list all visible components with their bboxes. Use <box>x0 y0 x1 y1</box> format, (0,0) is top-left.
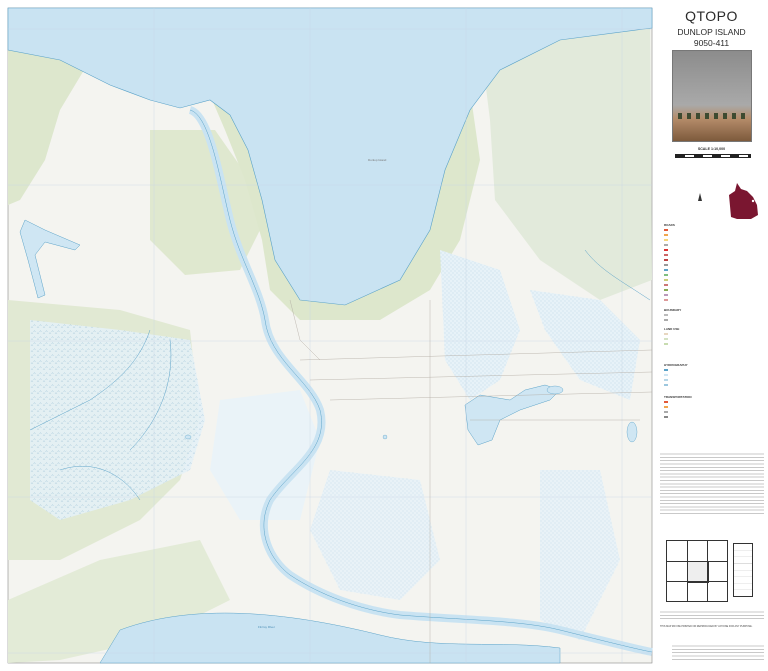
legend-row <box>664 248 754 252</box>
legend-heading-transportation: TRANSPORTATION <box>664 395 692 399</box>
adjoining-sheets <box>666 540 728 602</box>
legend-row <box>664 373 754 377</box>
legend-heading-land-use: LAND USE <box>664 327 680 331</box>
legend-row <box>664 337 754 341</box>
legend-row <box>664 318 754 322</box>
legend-row <box>664 298 754 302</box>
legend-row <box>664 378 754 382</box>
legend-row <box>664 410 754 414</box>
sheet-name: DUNLOP ISLAND <box>677 27 746 37</box>
legend-row <box>664 238 754 242</box>
legend-row <box>664 233 754 237</box>
scale-label: SCALE 1:10,000 <box>697 147 726 151</box>
legend-row <box>664 228 754 232</box>
legend-row <box>664 332 754 336</box>
legend-row <box>664 368 754 372</box>
brand-title: QTOPO <box>685 8 738 24</box>
legend-row <box>664 243 754 247</box>
disclaimer-block <box>660 452 764 516</box>
legend-row <box>664 313 754 317</box>
legend-row <box>664 383 754 387</box>
legend-heading-hydrography: HYDROGRAPHY <box>664 363 688 367</box>
north-arrow-icon <box>698 193 702 201</box>
legend-row <box>664 263 754 267</box>
scale-bar <box>675 154 751 158</box>
fold-diagram <box>733 543 753 597</box>
legend-row <box>664 288 754 292</box>
legend-row <box>664 405 754 409</box>
legend-row <box>664 415 754 419</box>
cover-photo <box>672 50 752 142</box>
legend-heading-roads: ROADS <box>664 223 675 227</box>
legend-row <box>664 258 754 262</box>
legend-row <box>664 283 754 287</box>
sheet-number: 9050-411 <box>693 38 730 48</box>
topographic-map[interactable] <box>0 0 768 671</box>
legend-row <box>664 278 754 282</box>
footer-text-block <box>660 610 764 620</box>
legend-row <box>664 293 754 297</box>
legend-row <box>664 342 754 346</box>
locality-map <box>727 181 761 221</box>
footer-notice: THIS MAP MAY BE PRINTED OR REPRODUCED BY… <box>660 625 753 628</box>
legend-heading-boundary: BOUNDARY <box>664 308 682 312</box>
map-label-river: Fitzroy River <box>258 625 275 629</box>
legend-row <box>664 253 754 257</box>
legend-row <box>664 400 754 404</box>
copyright-block <box>672 644 764 662</box>
map-label-island: Dunlop Island <box>368 158 387 162</box>
legend-row <box>664 273 754 277</box>
legend-row <box>664 268 754 272</box>
